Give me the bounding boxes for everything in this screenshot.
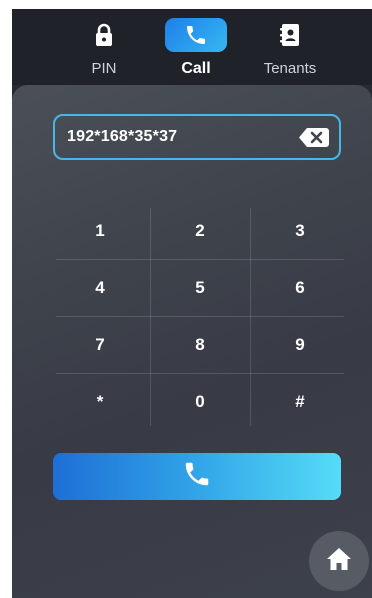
tab-pin-label: PIN — [91, 60, 117, 77]
key-star[interactable]: * — [50, 373, 150, 430]
key-7[interactable]: 7 — [50, 316, 150, 373]
call-button[interactable] — [53, 453, 341, 500]
dial-number-input[interactable]: 192*168*35*37 — [53, 114, 341, 160]
key-2[interactable]: 2 — [150, 202, 250, 259]
tab-tenants-label: Tenants — [263, 60, 317, 77]
phone-icon — [182, 459, 212, 494]
key-1[interactable]: 1 — [50, 202, 150, 259]
key-6[interactable]: 6 — [250, 259, 350, 316]
dial-keypad: 1 2 3 4 5 6 7 8 9 * 0 # — [50, 202, 350, 432]
key-4[interactable]: 4 — [50, 259, 150, 316]
key-8[interactable]: 8 — [150, 316, 250, 373]
tab-pin[interactable]: PIN — [54, 9, 154, 85]
tab-call[interactable]: Call — [146, 9, 246, 85]
key-3[interactable]: 3 — [250, 202, 350, 259]
dial-number-value: 192*168*35*37 — [67, 128, 178, 145]
phone-icon — [165, 18, 227, 52]
tab-call-label: Call — [181, 60, 211, 77]
top-tab-bar: PIN Call Tenants — [12, 9, 372, 85]
key-0[interactable]: 0 — [150, 373, 250, 430]
key-hash[interactable]: # — [250, 373, 350, 430]
home-button[interactable] — [309, 531, 369, 591]
tab-tenants[interactable]: Tenants — [240, 9, 340, 85]
contact-book-icon — [259, 18, 321, 52]
backspace-icon[interactable] — [299, 128, 329, 147]
key-5[interactable]: 5 — [150, 259, 250, 316]
home-icon — [326, 547, 352, 576]
key-9[interactable]: 9 — [250, 316, 350, 373]
intercom-screen: PIN Call Tenants 192*168*35*37 1 2 3 4 5… — [12, 9, 372, 598]
lock-icon — [73, 18, 135, 52]
